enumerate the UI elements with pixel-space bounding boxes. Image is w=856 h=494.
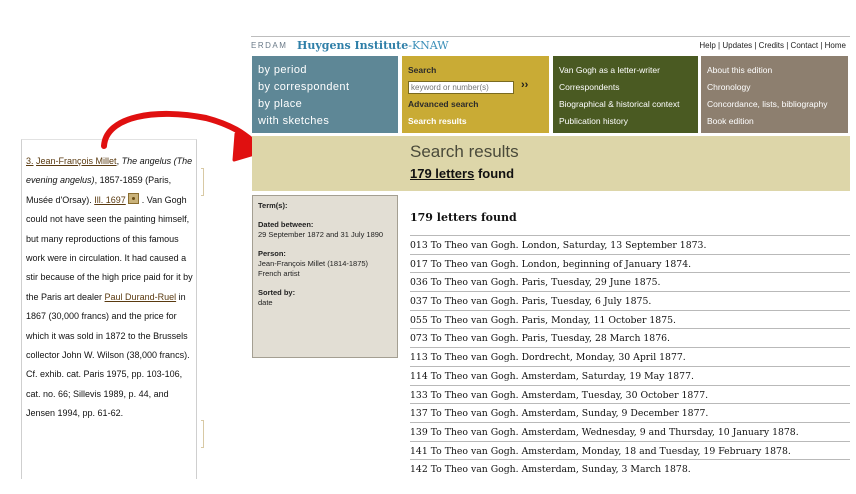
results-header: Search results 179 letters found (252, 136, 850, 191)
contact-link[interactable]: Contact (791, 41, 819, 50)
menu-context[interactable]: Biographical & historical context (559, 96, 692, 113)
menu-with-sketches[interactable]: with sketches (258, 113, 392, 130)
person-label: Person: (258, 249, 286, 258)
menu-by-period[interactable]: by period (258, 62, 392, 79)
search-label: Search (408, 65, 437, 75)
search-go-button[interactable]: ›› (521, 79, 528, 91)
search-results-link[interactable]: Search results (408, 113, 543, 130)
result-item[interactable]: 137 To Theo van Gogh. Amsterdam, Sunday,… (410, 403, 850, 422)
footnote-text: 3. Jean-François Millet, The angelus (Th… (26, 152, 196, 424)
menu-book-edition[interactable]: Book edition (707, 113, 842, 130)
edition-menu: About this edition Chronology Concordanc… (701, 56, 848, 133)
panel-marker-top (201, 168, 204, 196)
menu-publication-history[interactable]: Publication history (559, 113, 692, 130)
result-item[interactable]: 013 To Theo van Gogh. London, Saturday, … (410, 235, 850, 254)
search-input[interactable] (408, 81, 514, 94)
utility-links: Help | Updates | Credits | Contact | Hom… (699, 41, 846, 50)
site-logo[interactable]: Huygens Institute-KNAW (297, 39, 449, 52)
brand-prefix: ERDAM (251, 41, 288, 50)
terms-label: Term(s): (258, 201, 288, 210)
advanced-search-link[interactable]: Advanced search (408, 96, 543, 113)
menu-concordance[interactable]: Concordance, lists, bibliography (707, 96, 842, 113)
menu-chronology[interactable]: Chronology (707, 79, 842, 96)
results-list-heading: 179 letters found (410, 211, 517, 224)
result-item[interactable]: 037 To Theo van Gogh. Paris, Tuesday, 6 … (410, 291, 850, 310)
result-item[interactable]: 139 To Theo van Gogh. Amsterdam, Wednesd… (410, 421, 850, 441)
menu-by-place[interactable]: by place (258, 96, 392, 113)
help-link[interactable]: Help (699, 41, 715, 50)
result-item[interactable]: 114 To Theo van Gogh. Amsterdam, Saturda… (410, 365, 850, 385)
result-item[interactable]: 036 To Theo van Gogh. Paris, Tuesday, 29… (410, 272, 850, 291)
results-count-suffix: found (474, 166, 515, 181)
sorted-label: Sorted by: (258, 288, 296, 297)
updates-link[interactable]: Updates (722, 41, 752, 50)
menu-by-correspondent[interactable]: by correspondent (258, 79, 392, 96)
credits-link[interactable]: Credits (759, 41, 784, 50)
result-item[interactable]: 133 To Theo van Gogh. Amsterdam, Tuesday… (410, 384, 850, 404)
about-menu: Van Gogh as a letter-writer Corresponden… (553, 56, 698, 133)
result-item[interactable]: 073 To Theo van Gogh. Paris, Tuesday, 28… (410, 328, 850, 347)
result-item[interactable]: 142 To Theo van Gogh. Amsterdam, Sunday,… (410, 459, 850, 478)
footnote-panel: 3. Jean-François Millet, The angelus (Th… (21, 139, 197, 479)
page-title: Search results (410, 142, 519, 161)
footnote-number-link[interactable]: 3. (26, 156, 34, 166)
panel-marker-bottom (201, 420, 204, 448)
annotation-arrow (101, 110, 270, 162)
search-menu: Search ›› Advanced search Search results (402, 56, 549, 133)
result-item[interactable]: 055 To Theo van Gogh. Paris, Monday, 11 … (410, 309, 850, 329)
menu-correspondents[interactable]: Correspondents (559, 79, 692, 96)
results-count: 179 letters found (410, 166, 514, 181)
image-icon[interactable] (128, 192, 140, 204)
dated-label: Dated between: (258, 220, 314, 229)
menu-letter-writer[interactable]: Van Gogh as a letter-writer (559, 62, 692, 79)
footnote-text-2: . Van Gogh could not have seen the paint… (26, 194, 193, 302)
search-terms-box: Term(s): Dated between: 29 September 187… (252, 195, 398, 358)
brand-suffix: -KNAW (408, 39, 449, 52)
result-item[interactable]: 113 To Theo van Gogh. Dordrecht, Monday,… (410, 347, 850, 366)
dated-value: 29 September 1872 and 31 July 1890 (258, 230, 384, 239)
results-count-link[interactable]: 179 letters (410, 166, 474, 181)
search-row: ›› (408, 79, 543, 96)
sorted-value: date (258, 298, 273, 307)
illustration-link[interactable]: Ill. 1697 (94, 195, 126, 205)
footnote-text-3: in 1867 (30,000 francs) and the price fo… (26, 291, 190, 419)
menu-about-edition[interactable]: About this edition (707, 62, 842, 79)
dealer-link[interactable]: Paul Durand-Ruel (105, 292, 177, 302)
result-item[interactable]: 017 To Theo van Gogh. London, beginning … (410, 253, 850, 273)
person-value: Jean-François Millet (1814-1875) French … (258, 259, 369, 278)
home-link[interactable]: Home (825, 41, 846, 50)
brand-name: Huygens Institute (297, 39, 409, 52)
results-list: 013 To Theo van Gogh. London, Saturday, … (410, 235, 850, 478)
browse-menu: by period by correspondent by place with… (252, 56, 398, 133)
site-header: ERDAM Huygens Institute-KNAW Help | Upda… (251, 36, 850, 55)
result-item[interactable]: 141 To Theo van Gogh. Amsterdam, Monday,… (410, 440, 850, 460)
